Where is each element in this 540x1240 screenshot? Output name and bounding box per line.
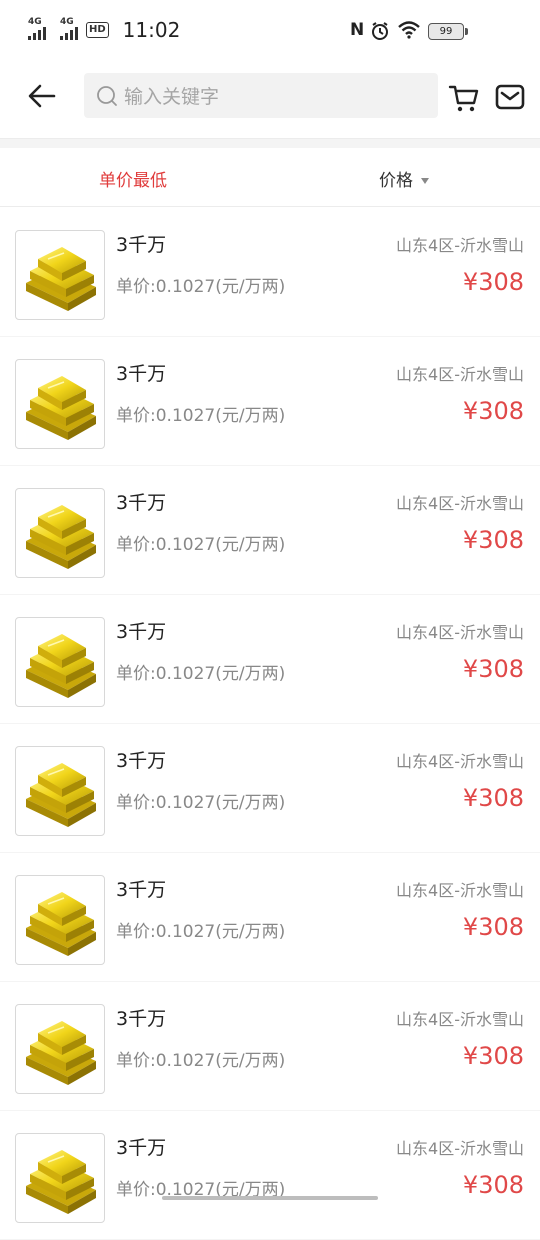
hd-voice-icon: HD	[86, 22, 109, 38]
item-unit-price: 单价:0.1027(元/万两)	[116, 922, 286, 942]
back-arrow-icon[interactable]	[26, 80, 58, 112]
list-item[interactable]: 3千万 单价:0.1027(元/万两) 山东4区-沂水雪山 ¥308	[0, 337, 540, 466]
item-title: 3千万	[116, 234, 167, 256]
item-server: 山东4区-沂水雪山	[396, 236, 524, 255]
status-time: 11:02	[122, 18, 181, 42]
list-item[interactable]: 3千万 单价:0.1027(元/万两) 山东4区-沂水雪山 ¥308	[0, 982, 540, 1111]
status-left: 4G 4G HD 11:02	[28, 18, 180, 42]
list-item[interactable]: 3千万 单价:0.1027(元/万两) 山东4区-沂水雪山 ¥308	[0, 724, 540, 853]
tab-price-label: 价格	[379, 171, 413, 191]
item-price: ¥308	[462, 913, 524, 941]
item-server: 山东4区-沂水雪山	[396, 881, 524, 900]
item-server: 山东4区-沂水雪山	[396, 1139, 524, 1158]
item-price: ¥308	[462, 1042, 524, 1070]
gold-bars-icon	[15, 1133, 105, 1223]
home-indicator[interactable]	[162, 1196, 378, 1200]
list-item[interactable]: 3千万 单价:0.1027(元/万两) 山东4区-沂水雪山 ¥308	[0, 208, 540, 337]
sort-bar: 单价最低 价格	[0, 148, 540, 207]
search-icon	[97, 86, 117, 106]
product-list: 3千万 单价:0.1027(元/万两) 山东4区-沂水雪山 ¥308 3千万 单…	[0, 208, 540, 1240]
item-server: 山东4区-沂水雪山	[396, 623, 524, 642]
battery-icon: 99	[428, 23, 468, 40]
item-server: 山东4区-沂水雪山	[396, 494, 524, 513]
battery-level: 99	[439, 26, 453, 37]
list-item[interactable]: 3千万 单价:0.1027(元/万两) 山东4区-沂水雪山 ¥308	[0, 1111, 540, 1240]
signal-2-icon: 4G	[60, 17, 78, 40]
tab-price[interactable]: 价格	[379, 166, 429, 191]
item-title: 3千万	[116, 363, 167, 385]
signal-1-icon: 4G	[28, 17, 46, 40]
nfc-icon: N	[350, 20, 365, 40]
alarm-icon	[372, 22, 388, 40]
item-title: 3千万	[116, 492, 167, 514]
gold-bars-icon	[15, 617, 105, 707]
item-unit-price: 单价:0.1027(元/万两)	[116, 277, 286, 297]
item-unit-price: 单价:0.1027(元/万两)	[116, 664, 286, 684]
list-item[interactable]: 3千万 单价:0.1027(元/万两) 山东4区-沂水雪山 ¥308	[0, 853, 540, 982]
item-price: ¥308	[462, 1171, 524, 1199]
item-unit-price: 单价:0.1027(元/万两)	[116, 1051, 286, 1071]
item-unit-price: 单价:0.1027(元/万两)	[116, 406, 286, 426]
item-unit-price: 单价:0.1027(元/万两)	[116, 535, 286, 555]
signal-1-label: 4G	[28, 17, 42, 27]
header	[0, 62, 540, 132]
item-price: ¥308	[462, 526, 524, 554]
item-server: 山东4区-沂水雪山	[396, 752, 524, 771]
list-item[interactable]: 3千万 单价:0.1027(元/万两) 山东4区-沂水雪山 ¥308	[0, 595, 540, 724]
item-title: 3千万	[116, 750, 167, 772]
item-server: 山东4区-沂水雪山	[396, 1010, 524, 1029]
status-bar: 4G 4G HD 11:02 N 99	[0, 0, 540, 62]
message-icon[interactable]	[495, 82, 525, 112]
gold-bars-icon	[15, 488, 105, 578]
gold-bars-icon	[15, 230, 105, 320]
item-price: ¥308	[462, 655, 524, 683]
cart-icon[interactable]	[448, 82, 480, 114]
item-title: 3千万	[116, 879, 167, 901]
item-price: ¥308	[462, 268, 524, 296]
caret-down-icon	[421, 178, 429, 184]
list-item[interactable]: 3千万 单价:0.1027(元/万两) 山东4区-沂水雪山 ¥308	[0, 466, 540, 595]
tab-lowest-unit-price[interactable]: 单价最低	[99, 166, 167, 191]
item-title: 3千万	[116, 1008, 167, 1030]
item-server: 山东4区-沂水雪山	[396, 365, 524, 384]
signal-2-label: 4G	[60, 17, 74, 27]
search-input[interactable]	[122, 73, 426, 120]
item-unit-price: 单价:0.1027(元/万两)	[116, 793, 286, 813]
item-title: 3千万	[116, 621, 167, 643]
item-title: 3千万	[116, 1137, 167, 1159]
search-box[interactable]	[84, 73, 438, 120]
gold-bars-icon	[15, 1004, 105, 1094]
wifi-icon	[398, 21, 420, 39]
gold-bars-icon	[15, 746, 105, 836]
gold-bars-icon	[15, 359, 105, 449]
gold-bars-icon	[15, 875, 105, 965]
item-price: ¥308	[462, 397, 524, 425]
item-price: ¥308	[462, 784, 524, 812]
